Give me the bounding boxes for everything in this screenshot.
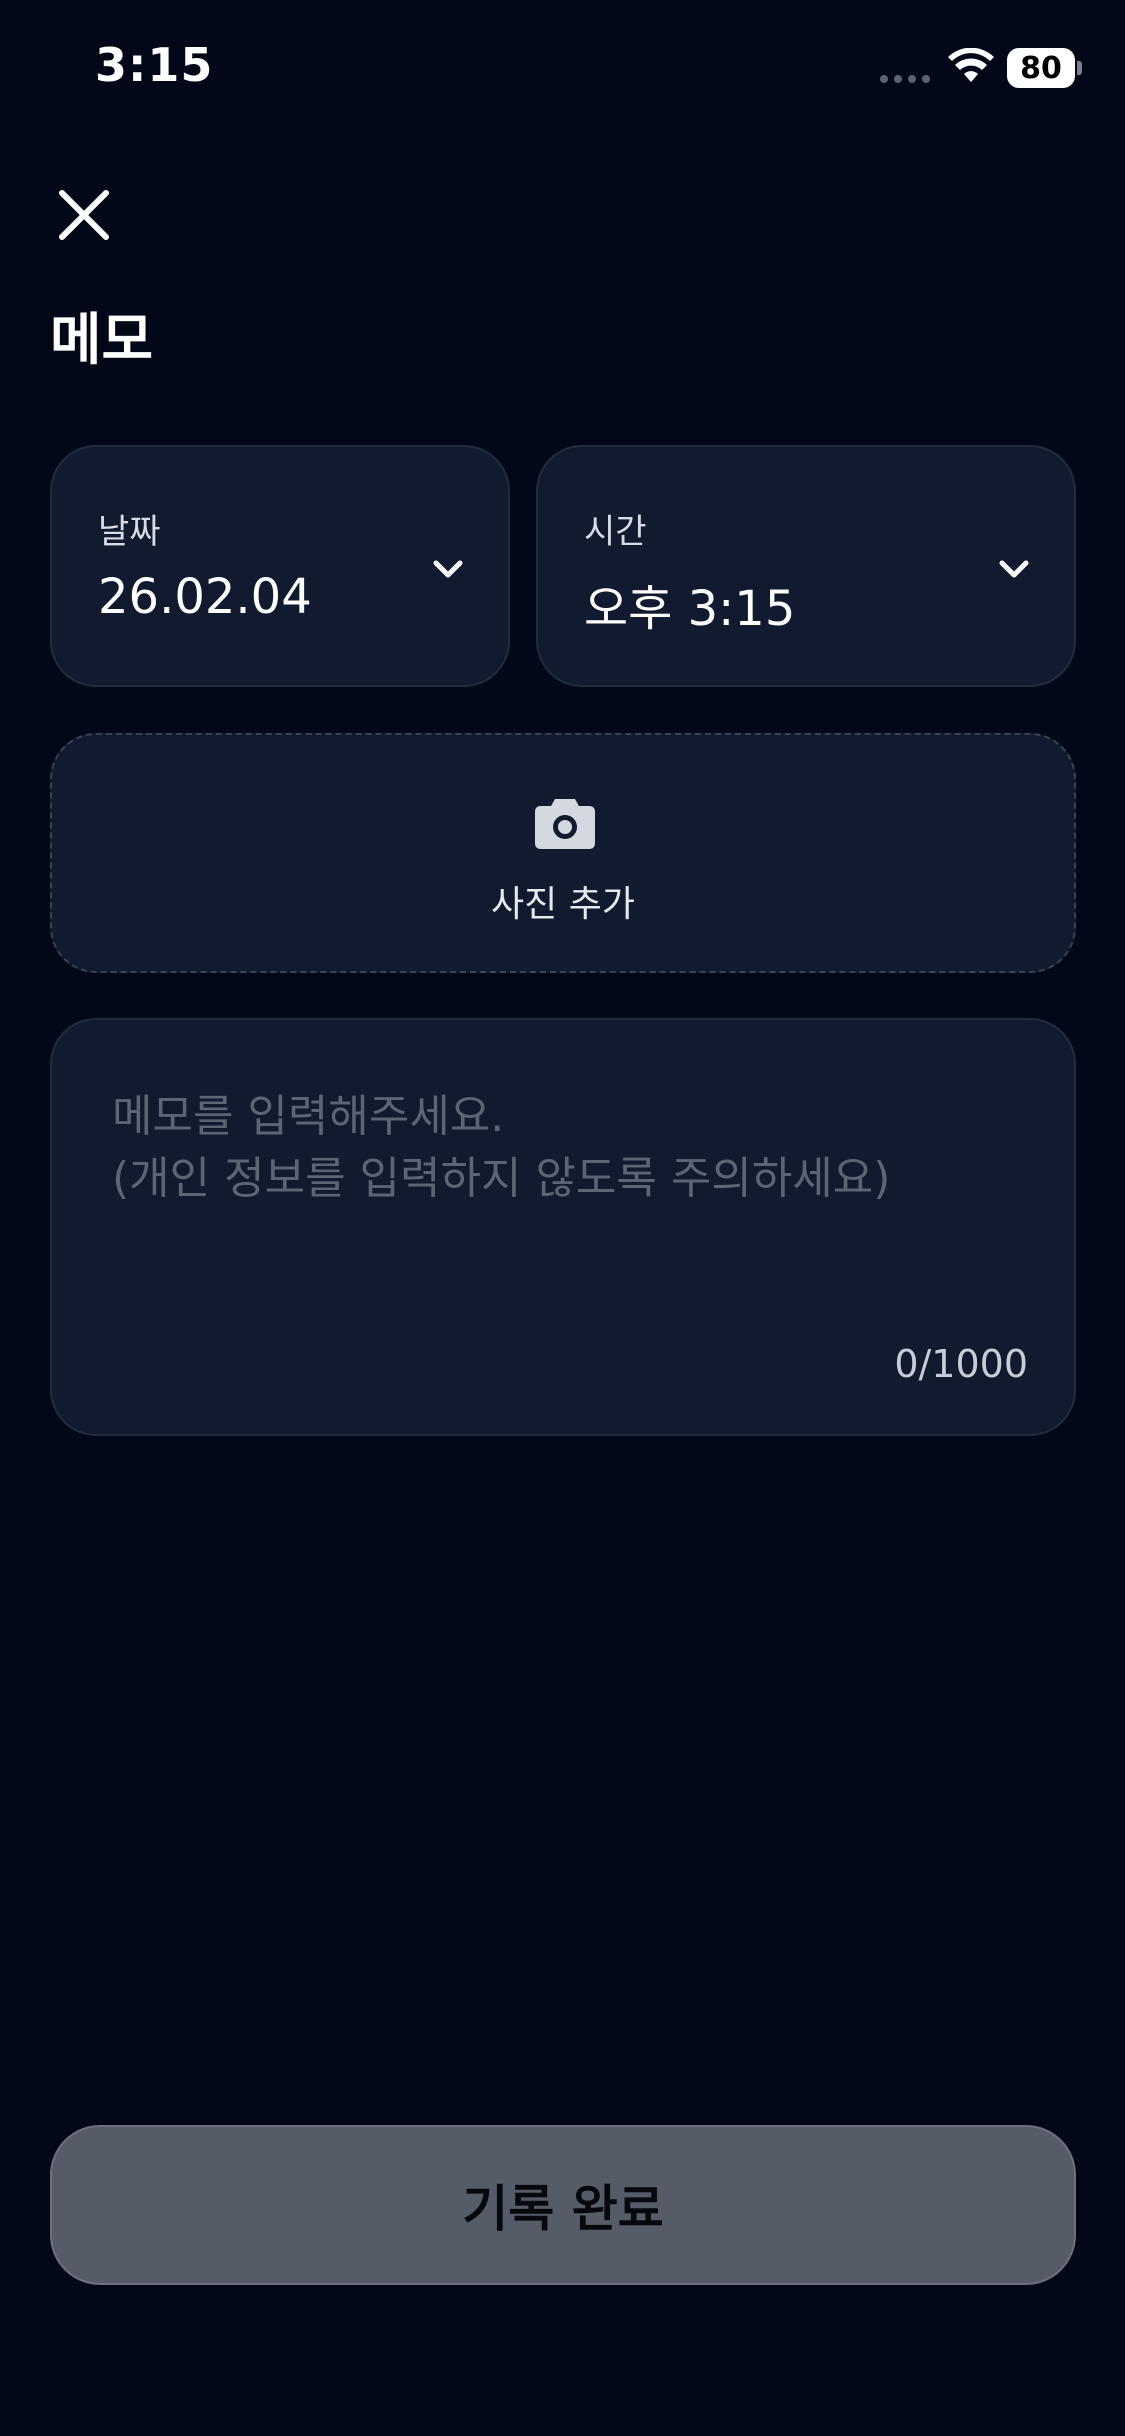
status-bar: 3:15 80 bbox=[0, 0, 1125, 140]
memo-box: 0/1000 bbox=[50, 1018, 1076, 1436]
cellular-signal-icon bbox=[880, 75, 930, 83]
date-value: 26.02.04 bbox=[98, 569, 312, 625]
battery-cap bbox=[1077, 61, 1082, 75]
battery-indicator: 80 bbox=[1007, 48, 1075, 88]
status-time: 3:15 bbox=[95, 38, 214, 92]
add-photo-label: 사진 추가 bbox=[491, 884, 635, 925]
close-icon[interactable] bbox=[54, 185, 114, 245]
time-label: 시간 bbox=[584, 512, 647, 552]
camera-icon bbox=[535, 799, 595, 849]
submit-record-button[interactable]: 기록 완료 bbox=[50, 2125, 1076, 2285]
date-label: 날짜 bbox=[98, 512, 161, 552]
page-title: 메모 bbox=[50, 308, 154, 373]
time-picker[interactable]: 시간 오후 3:15 bbox=[536, 445, 1076, 687]
memo-input[interactable] bbox=[112, 1086, 1012, 1306]
chevron-down-icon bbox=[433, 560, 463, 578]
character-count: 0/1000 bbox=[894, 1342, 1028, 1386]
chevron-down-icon bbox=[999, 560, 1029, 578]
add-photo-button[interactable]: 사진 추가 bbox=[50, 733, 1076, 973]
time-value: 오후 3:15 bbox=[584, 581, 796, 637]
wifi-icon bbox=[948, 48, 994, 82]
date-picker[interactable]: 날짜 26.02.04 bbox=[50, 445, 510, 687]
